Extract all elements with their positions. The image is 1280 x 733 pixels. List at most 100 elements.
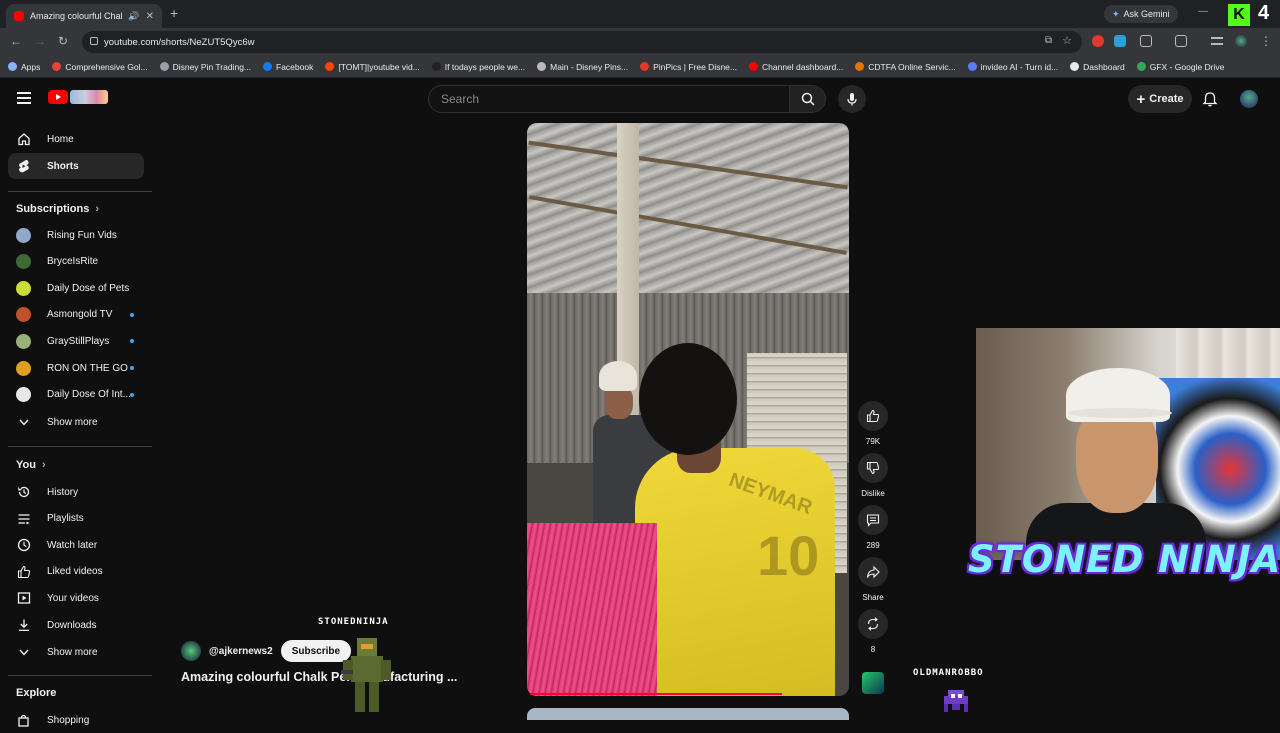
speaker-icon[interactable]: 🔊 — [128, 11, 139, 22]
sidebar-item-history[interactable]: History — [8, 479, 144, 505]
bookmark-item[interactable]: invideo AI - Turn id... — [967, 62, 1058, 72]
sidebar-item-subscription[interactable]: Rising Fun Vids — [8, 222, 144, 248]
bookmark-star-icon[interactable]: ☆ — [1062, 34, 1072, 47]
youtube-logo-icon[interactable] — [48, 90, 68, 104]
youtube-doodle-logo[interactable] — [70, 90, 108, 104]
sidebar-item-shorts[interactable]: Shorts — [8, 153, 144, 179]
bookmark-item[interactable]: CDTFA Online Servic... — [855, 62, 956, 72]
bookmark-item[interactable]: Channel dashboard... — [749, 62, 843, 72]
new-tab-icon[interactable]: + — [170, 5, 178, 21]
bookmark-favicon-icon — [537, 62, 547, 71]
back-icon[interactable]: ← — [10, 34, 22, 48]
sidebar-item-subscription[interactable]: BryceIsRite — [8, 249, 144, 275]
browser-tab[interactable]: Amazing colourful Chalk Pe 🔊 ✕ — [6, 4, 162, 28]
address-bar[interactable]: youtube.com/shorts/NeZUT5Qyc6w ⧉ ☆ — [82, 31, 1082, 53]
bookmark-item[interactable]: Facebook — [263, 62, 313, 72]
create-button[interactable]: + Create — [1128, 85, 1192, 113]
bookmark-item[interactable]: Dashboard — [1070, 62, 1125, 72]
extension-icon[interactable] — [1114, 35, 1126, 47]
you-heading[interactable]: You › — [16, 459, 46, 471]
forward-icon[interactable]: → — [34, 34, 46, 48]
subscriptions-heading[interactable]: Subscriptions › — [16, 203, 99, 215]
short-title[interactable]: Amazing colourful Chalk Pen Manufacturin… — [181, 670, 481, 684]
chevron-down-icon — [16, 645, 31, 660]
share-button[interactable]: Share — [858, 557, 888, 602]
bookmark-item[interactable]: Disney Pin Trading... — [159, 62, 251, 72]
play-square-icon — [16, 591, 31, 606]
short-video-player[interactable]: NEYMAR 10 — [527, 123, 849, 696]
ask-gemini-button[interactable]: ✦ Ask Gemini — [1104, 5, 1178, 23]
bookmark-favicon-icon — [1136, 62, 1146, 71]
notifications-bell-icon[interactable] — [1202, 91, 1218, 107]
thumbs-up-icon — [16, 564, 31, 579]
close-tab-icon[interactable]: ✕ — [146, 11, 154, 22]
sidebar-item-your-videos[interactable]: Your videos — [8, 585, 144, 611]
browser-menu-icon[interactable]: ⋮ — [1260, 34, 1272, 48]
extension-icon[interactable] — [1092, 35, 1104, 47]
mic-icon — [847, 93, 857, 106]
like-count: 79K — [865, 437, 881, 446]
sidebar-item-watch-later[interactable]: Watch later — [8, 532, 144, 558]
search-input[interactable]: Search — [428, 85, 790, 113]
comments-button[interactable]: 289 — [858, 505, 888, 550]
sidebar-item-subscription[interactable]: GrayStillPlays — [8, 328, 144, 354]
next-short-preview[interactable] — [527, 708, 849, 720]
bookmark-item[interactable]: [TOMT]|youtube vid... — [325, 62, 420, 72]
site-info-icon[interactable] — [90, 37, 98, 45]
browser-tab-strip: Amazing colourful Chalk Pe 🔊 ✕ + ✦ Ask G… — [0, 0, 1280, 28]
live-indicator-dot — [130, 392, 134, 397]
bookmark-item[interactable]: GFX - Google Drive — [1136, 62, 1224, 72]
sidebar-item-playlists[interactable]: Playlists — [8, 506, 144, 532]
sparkle-icon: ✦ — [1112, 8, 1120, 19]
bookmark-item[interactable]: Main - Disney Pins... — [537, 62, 628, 72]
sidebar-item-downloads[interactable]: Downloads — [8, 612, 144, 638]
sidebar-item-home[interactable]: Home — [8, 126, 144, 152]
sidebar-item-label: RON ON THE GO — [47, 362, 128, 374]
video-progress-bar[interactable] — [530, 693, 782, 695]
dislike-button[interactable]: Dislike — [858, 453, 888, 498]
sidebar-item-liked-videos[interactable]: Liked videos — [8, 559, 144, 585]
you-show-more-button[interactable]: Show more — [8, 639, 144, 665]
sidebar-divider — [8, 675, 152, 676]
extensions-puzzle-icon[interactable] — [1140, 35, 1152, 47]
remix-icon — [867, 617, 879, 631]
minimize-icon[interactable]: — — [1198, 6, 1208, 17]
short-info: @ajkernews2 Subscribe Amazing colourful … — [181, 640, 481, 684]
channel-name[interactable]: @ajkernews2 — [209, 646, 273, 657]
dislike-label: Dislike — [861, 489, 885, 498]
voice-search-button[interactable] — [838, 85, 866, 113]
sidebar-item-label: Your videos — [47, 592, 99, 604]
search-button[interactable] — [790, 85, 826, 113]
sidebar-item-subscription[interactable]: RON ON THE GO — [8, 355, 144, 381]
profile-avatar-icon[interactable] — [1235, 35, 1247, 47]
bookmark-favicon-icon — [967, 62, 977, 71]
media-control-icon[interactable] — [1211, 37, 1223, 45]
account-avatar[interactable] — [1240, 90, 1258, 108]
reload-icon[interactable]: ↻ — [58, 34, 68, 48]
bookmark-item[interactable]: Comprehensive Gol... — [52, 62, 148, 72]
sprite-name-label: STONEDNINJA — [318, 617, 389, 627]
menu-icon[interactable] — [17, 92, 31, 107]
sidebar-item-subscription[interactable]: Daily Dose of Pets — [8, 275, 144, 301]
bookmark-item[interactable]: Apps — [8, 62, 40, 72]
subs-show-more-button[interactable]: Show more — [8, 409, 144, 435]
bookmark-favicon-icon — [1070, 62, 1080, 71]
search-icon — [801, 92, 815, 106]
bookmark-item[interactable]: If todays people we... — [431, 62, 525, 72]
shorts-icon — [16, 159, 31, 174]
sidebar-item-label: History — [47, 486, 79, 498]
sound-channel-thumbnail[interactable] — [862, 672, 884, 694]
sidebar-item-subscription[interactable]: Daily Dose Of Int... — [8, 382, 144, 408]
side-panel-icon[interactable] — [1175, 35, 1187, 47]
install-icon[interactable]: ⧉ — [1045, 35, 1052, 46]
bookmark-label: Main - Disney Pins... — [550, 61, 629, 72]
channel-avatar[interactable] — [181, 641, 201, 661]
remix-button[interactable]: 8 — [858, 609, 888, 654]
bookmark-favicon-icon — [640, 62, 650, 71]
sidebar-item-label: Watch later — [47, 539, 98, 551]
sidebar-item-shopping[interactable]: Shopping — [8, 707, 144, 733]
sidebar-item-subscription[interactable]: Asmongold TV — [8, 302, 144, 328]
like-button[interactable]: 79K — [858, 401, 888, 446]
bookmark-item[interactable]: PinPics | Free Disne... — [640, 62, 737, 72]
sidebar-divider — [8, 446, 152, 447]
